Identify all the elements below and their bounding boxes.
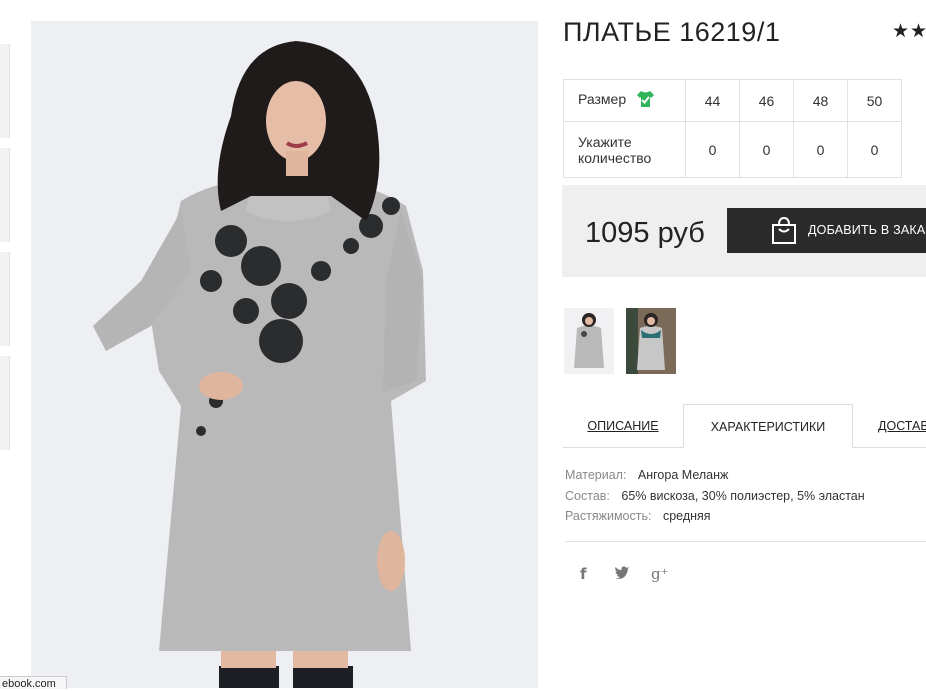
size-label: Размер bbox=[578, 91, 627, 108]
quantity-input[interactable]: 0 bbox=[847, 121, 902, 178]
left-thumbnail[interactable] bbox=[0, 44, 10, 138]
characteristic-row: Материал: Ангора Меланж bbox=[565, 465, 865, 486]
characteristic-value: средняя bbox=[662, 509, 711, 523]
left-thumbnail[interactable] bbox=[0, 252, 10, 346]
size-label-cell: Размер bbox=[563, 79, 686, 122]
check-shirt-icon[interactable] bbox=[636, 90, 655, 111]
google-plus-icon[interactable]: g⁺ bbox=[651, 565, 669, 583]
size-cell[interactable]: 44 bbox=[685, 79, 740, 122]
price: 1095 руб bbox=[585, 217, 705, 249]
tab-characteristics[interactable]: ХАРАКТЕРИСТИКИ bbox=[683, 404, 853, 449]
section-divider bbox=[565, 541, 926, 542]
quantity-input[interactable]: 0 bbox=[739, 121, 794, 178]
product-thumbnail[interactable] bbox=[626, 308, 676, 374]
quantity-input[interactable]: 0 bbox=[685, 121, 740, 178]
left-thumbnail-strip bbox=[0, 44, 10, 460]
tab-delivery[interactable]: ДОСТАВ bbox=[878, 404, 926, 448]
price-box: 1095 руб ДОБАВИТЬ В ЗАКАЗ bbox=[562, 185, 926, 277]
characteristic-value: Ангора Меланж bbox=[637, 468, 729, 482]
add-to-order-label: ДОБАВИТЬ В ЗАКАЗ bbox=[808, 223, 926, 237]
quantity-label: Укажите количество bbox=[563, 121, 686, 178]
characteristic-key: Материал: bbox=[565, 468, 627, 482]
product-title: ПЛАТЬЕ 16219/1 bbox=[563, 17, 781, 47]
characteristic-key: Состав: bbox=[565, 488, 610, 503]
browser-status-bar: ebook.com bbox=[0, 676, 67, 690]
add-to-order-button[interactable]: ДОБАВИТЬ В ЗАКАЗ bbox=[727, 208, 926, 253]
product-tabs: ОПИСАНИЕ ХАРАКТЕРИСТИКИ ДОСТАВ bbox=[563, 404, 926, 449]
size-cell[interactable]: 50 bbox=[847, 79, 902, 122]
characteristic-row: Состав: 65% вискоза, 30% полиэстер, 5% э… bbox=[565, 486, 865, 507]
quantity-input[interactable]: 0 bbox=[793, 121, 848, 178]
size-row: Размер 44 46 48 50 bbox=[563, 79, 902, 122]
product-thumbnail[interactable] bbox=[564, 308, 614, 374]
main-product-photo[interactable] bbox=[31, 21, 538, 688]
characteristic-key: Растяжимость: bbox=[565, 509, 652, 523]
quantity-row: Укажите количество 0 0 0 0 bbox=[563, 121, 902, 178]
shopping-bag-icon bbox=[770, 216, 798, 250]
rating-stars[interactable]: ★★ bbox=[892, 20, 926, 43]
size-cell[interactable]: 46 bbox=[739, 79, 794, 122]
tab-description[interactable]: ОПИСАНИЕ bbox=[563, 404, 683, 448]
size-quantity-table: Размер 44 46 48 50 Укажите количество 0 … bbox=[563, 79, 902, 178]
twitter-icon[interactable] bbox=[614, 565, 630, 583]
characteristics-list: Материал: Ангора Меланж Состав: 65% виск… bbox=[565, 465, 865, 527]
size-cell[interactable]: 48 bbox=[793, 79, 848, 122]
left-thumbnail[interactable] bbox=[0, 148, 10, 242]
facebook-icon[interactable]: f bbox=[580, 565, 587, 583]
characteristic-row: Растяжимость: средняя bbox=[565, 506, 865, 527]
characteristic-value: 65% вискоза, 30% полиэстер, 5% эластан bbox=[621, 488, 865, 503]
left-thumbnail[interactable] bbox=[0, 356, 10, 450]
